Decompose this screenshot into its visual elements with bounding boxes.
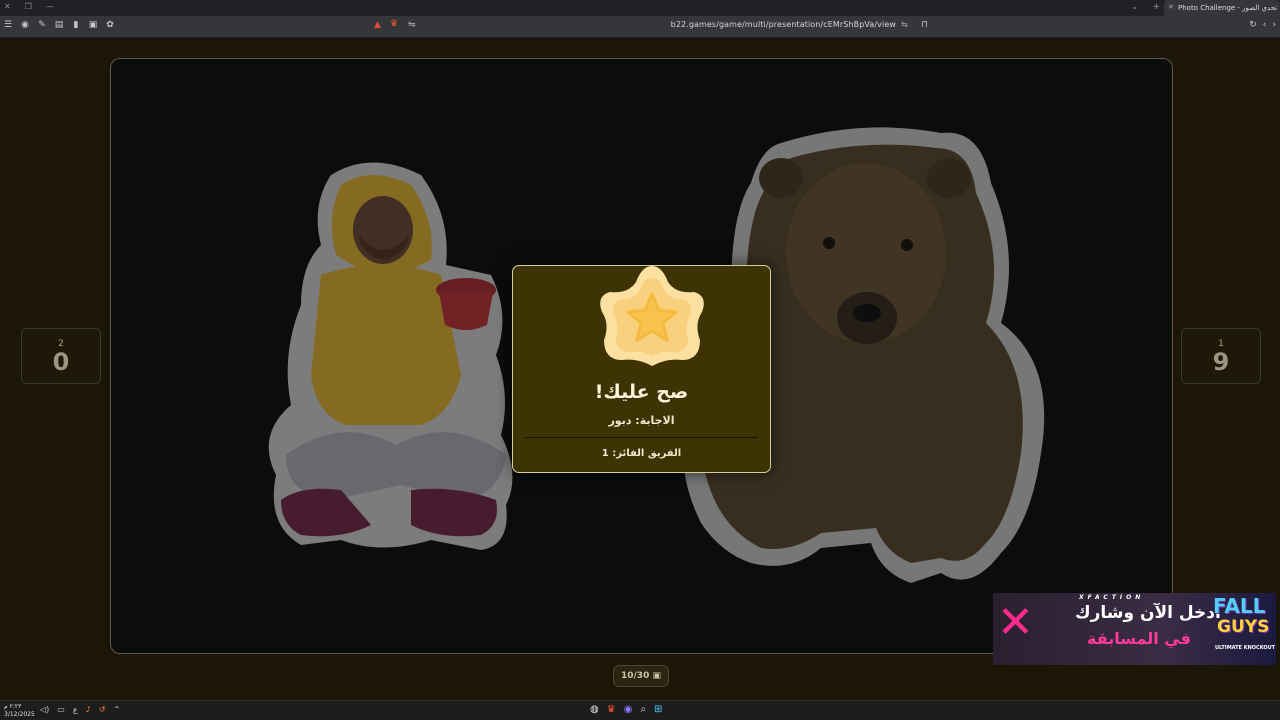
answer-text: الاجابة: دبور — [608, 414, 675, 427]
menu-icon[interactable]: ☰ — [2, 20, 14, 30]
ad-subheadline: في المسابقة — [1087, 629, 1191, 648]
toolbar-right-icons: ↻ ‹ › — [1249, 20, 1276, 30]
share-icon[interactable]: ⇆ — [901, 20, 908, 29]
back-icon[interactable]: › — [1272, 20, 1276, 30]
close-tab-icon[interactable]: ✕ — [1168, 3, 1174, 11]
brave-app-icon[interactable]: ♛ — [607, 704, 616, 715]
address-bar[interactable]: b22.games/game/multi/presentation/cEMrSh… — [420, 20, 896, 29]
man-sticker-image — [268, 162, 513, 550]
winner-text: الفريق الفائز: 1 — [601, 448, 682, 459]
game-page: 2 0 1 9 صح عليك! الاجابة: دبور الفريق ال… — [0, 38, 1280, 700]
tab-search-icon[interactable]: ⌄ — [1131, 2, 1138, 11]
network-icon[interactable]: ▭ — [57, 705, 65, 714]
pin-icon[interactable]: ✎ — [36, 20, 48, 30]
star-icon — [600, 266, 704, 366]
date: 3/12/2025 — [4, 711, 35, 718]
result-title: صح عليك! — [594, 381, 689, 403]
reload-icon[interactable]: ↻ — [1249, 20, 1257, 30]
question-counter: 10/30 ▣ — [613, 665, 669, 687]
xfaction-logo-icon: ✕ — [997, 597, 1034, 648]
fall-guys-logo-bottom: GUYS — [1217, 617, 1270, 637]
tab-title: Photo Challenge - تحدي الصور — [1178, 4, 1278, 12]
sidebar-icon[interactable]: ▮ — [70, 20, 82, 30]
pinned-apps: ◍ ♛ ◉ ⌕ ⊞ — [590, 704, 662, 715]
score-value: 0 — [52, 348, 70, 376]
score-value: 9 — [1212, 348, 1230, 376]
rewards-icon[interactable]: ▲ — [374, 20, 381, 30]
system-tray: ◁) ▭ ع ♪ ↺ ⌃ — [40, 705, 120, 714]
brave-shield-icon[interactable]: ♛ — [390, 19, 398, 29]
windows-start-icon[interactable]: ⊞ — [654, 704, 662, 715]
fall-guys-tagline: ULTIMATE KNOCKOUT — [1215, 645, 1276, 651]
minimize-window-icon[interactable]: — — [46, 2, 54, 11]
os-taskbar: ٢:٢٣ م 3/12/2025 ◁) ▭ ع ♪ ↺ ⌃ ◍ ♛ ◉ ⌕ ⊞ — [0, 700, 1280, 720]
wallet-icon[interactable]: ▣ — [87, 20, 99, 30]
result-modal: صح عليك! الاجابة: دبور الفريق الفائز: 1 — [512, 265, 771, 473]
site-info-icon[interactable]: ⇋ — [408, 20, 416, 30]
team-2-score: 2 0 — [21, 328, 101, 384]
language-indicator[interactable]: ع — [73, 705, 78, 714]
browser-toolbar: ☰ ◉ ✎ ▤ ▮ ▣ ✿ ▲ ♛ ⇋ b22.games/game/multi… — [0, 16, 1280, 38]
forward-icon[interactable]: ‹ — [1263, 20, 1267, 30]
ad-headline: ادخل الآن وشارك — [1075, 603, 1221, 623]
browser-tab-strip: ✕ ❐ — ⌄ + ✕ Photo Challenge - تحدي الصور — [0, 0, 1280, 16]
chrome-app-icon[interactable]: ◍ — [590, 704, 599, 715]
new-tab-button[interactable]: + — [1152, 2, 1160, 12]
presentation-stage: صح عليك! الاجابة: دبور الفريق الفائز: 1 — [110, 58, 1173, 654]
time: ٢:٢٣ م — [4, 703, 22, 710]
close-window-icon[interactable]: ✕ — [4, 2, 11, 11]
team-1-score: 1 9 — [1181, 328, 1261, 384]
clock[interactable]: ٢:٢٣ م 3/12/2025 — [4, 703, 35, 719]
browser-tab[interactable]: ✕ Photo Challenge - تحدي الصور — [1164, 0, 1280, 16]
restore-window-icon[interactable]: ❐ — [25, 2, 32, 11]
tabs-icon[interactable]: ▤ — [53, 20, 65, 30]
discord-app-icon[interactable]: ◉ — [624, 704, 633, 715]
mic-icon[interactable]: ♪ — [86, 705, 91, 714]
tray-expand-icon[interactable]: ⌃ — [113, 705, 120, 714]
location-icon[interactable]: ◉ — [19, 20, 31, 30]
counter-value: 10/30 — [621, 671, 650, 681]
image-icon: ▣ — [652, 671, 661, 681]
extensions-icon[interactable]: ✿ — [104, 20, 116, 30]
search-app-icon[interactable]: ⌕ — [640, 704, 646, 715]
volume-icon[interactable]: ◁) — [40, 705, 49, 714]
bookmark-icon[interactable]: ⊓ — [921, 20, 928, 30]
ad-brand: XFACTION — [1079, 594, 1145, 601]
fall-guys-logo-top: FALL — [1213, 594, 1266, 618]
toolbar-left-icons: ☰ ◉ ✎ ▤ ▮ ▣ ✿ — [2, 20, 116, 30]
sync-icon[interactable]: ↺ — [99, 705, 106, 714]
ad-banner[interactable]: ✕ XFACTION ادخل الآن وشارك في المسابقة F… — [993, 593, 1276, 665]
window-controls: ✕ ❐ — — [4, 2, 54, 11]
divider — [525, 437, 758, 438]
